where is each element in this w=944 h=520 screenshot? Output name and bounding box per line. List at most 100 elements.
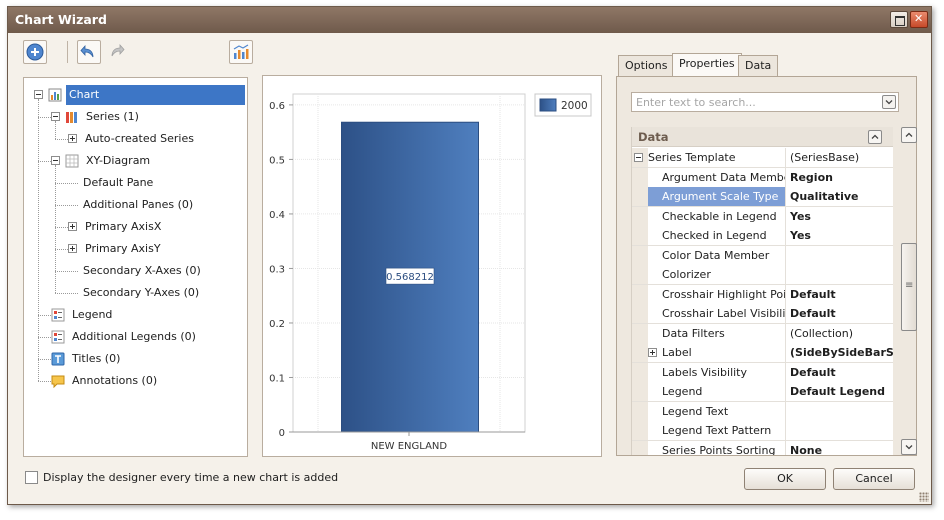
chart-svg: 0 0.1 0.2 0.3 0.4 0.5 0.6 0.568212 NEW ENGLAND 20… xyxy=(269,93,592,452)
tree-item-label: Annotations (0) xyxy=(72,374,158,387)
property-value[interactable]: Qualitative xyxy=(785,187,893,206)
legend-swatch xyxy=(539,98,557,112)
add-icon xyxy=(26,43,44,61)
tab-properties[interactable]: Properties xyxy=(672,53,742,77)
collapse-icon[interactable] xyxy=(34,90,43,99)
collapse-icon[interactable] xyxy=(51,112,60,121)
chart-preview: 0 0.1 0.2 0.3 0.4 0.5 0.6 0.568212 NEW ENGLAND 20… xyxy=(262,75,602,457)
property-value[interactable]: Default xyxy=(785,362,893,382)
property-value[interactable]: Default xyxy=(785,304,893,323)
tree-item-label: Primary AxisX xyxy=(85,220,162,233)
row-gutter xyxy=(632,343,648,362)
tree-connector-line xyxy=(38,117,51,118)
property-row-argument-data-member[interactable]: Argument Data Member Region xyxy=(632,167,893,188)
property-row-legend-text[interactable]: Legend Text xyxy=(632,401,893,422)
y-tick-label: 0 xyxy=(279,428,285,439)
undo-button[interactable] xyxy=(77,40,101,64)
search-input[interactable]: Enter text to search... xyxy=(631,92,899,112)
title-bar[interactable]: Chart Wizard xyxy=(8,7,931,33)
collapse-icon[interactable] xyxy=(51,156,60,165)
maximize-button[interactable] xyxy=(890,11,908,28)
property-row-argument-scale-type[interactable]: Argument Scale Type Qualitative xyxy=(632,187,893,207)
tree-connector-line xyxy=(55,183,78,184)
series-icon xyxy=(66,112,77,123)
property-row-data-filters[interactable]: Data Filters (Collection) xyxy=(632,323,893,344)
expand-icon[interactable] xyxy=(648,348,657,357)
property-value[interactable] xyxy=(785,401,893,421)
category-row-data[interactable]: Data xyxy=(632,127,893,147)
property-value[interactable]: Yes xyxy=(785,226,893,245)
property-name: Argument Scale Type xyxy=(662,190,779,203)
property-row-series-points-sorting[interactable]: Series Points Sorting None xyxy=(632,440,893,455)
collapse-icon[interactable] xyxy=(634,153,643,162)
add-element-button[interactable] xyxy=(23,40,47,64)
tree-item-label: Primary AxisY xyxy=(85,242,161,255)
expand-icon[interactable] xyxy=(68,244,77,253)
property-row-legend-text-pattern[interactable]: Legend Text Pattern xyxy=(632,421,893,441)
expand-icon[interactable] xyxy=(68,134,77,143)
toolbar xyxy=(23,39,253,67)
title-icon xyxy=(51,352,65,366)
property-row-checkable-in-legend[interactable]: Checkable in Legend Yes xyxy=(632,206,893,227)
chart-type-icon xyxy=(233,44,249,59)
property-row-crosshair-highlight-points[interactable]: Crosshair Highlight PointsDefault xyxy=(632,284,893,305)
scroll-up-button[interactable] xyxy=(901,127,917,143)
row-gutter xyxy=(632,265,648,284)
y-tick-label: 0.6 xyxy=(269,101,285,112)
property-row-crosshair-label-visibility[interactable]: Crosshair Label Visibility Default xyxy=(632,304,893,324)
property-grid-scrollbar[interactable] xyxy=(901,127,917,455)
property-row-series-template[interactable]: Series Template (SeriesBase) xyxy=(632,148,893,168)
collapse-category-button[interactable] xyxy=(868,130,882,144)
tab-options[interactable]: Options xyxy=(618,55,675,76)
ok-button[interactable]: OK xyxy=(744,468,826,490)
resize-grip[interactable] xyxy=(919,492,929,502)
y-tick-label: 0.1 xyxy=(269,373,285,384)
close-button[interactable] xyxy=(910,11,928,28)
display-designer-label: Display the designer every time a new ch… xyxy=(43,471,339,484)
property-row-color-data-member[interactable]: Color Data Member xyxy=(632,245,893,266)
row-gutter xyxy=(632,401,648,421)
annotation-icon xyxy=(51,375,65,388)
property-value[interactable] xyxy=(785,421,893,440)
property-row-checked-in-legend[interactable]: Checked in Legend Yes xyxy=(632,226,893,246)
property-value[interactable]: Region xyxy=(785,167,893,187)
property-grid[interactable]: Data Series Template (SeriesBase) Argument… xyxy=(631,127,893,455)
scroll-thumb[interactable] xyxy=(901,243,917,331)
cancel-button[interactable]: Cancel xyxy=(833,468,915,490)
property-value[interactable]: Yes xyxy=(785,206,893,226)
property-name: Checked in Legend xyxy=(662,229,767,242)
tab-data[interactable]: Data xyxy=(738,55,779,76)
tree-item-label: XY-Diagram xyxy=(86,154,151,167)
property-name: Colorizer xyxy=(662,268,711,281)
row-gutter xyxy=(632,284,648,304)
property-value[interactable]: None xyxy=(785,440,893,455)
property-value[interactable]: (SideBySideBarS... xyxy=(785,343,893,362)
property-value[interactable]: (SeriesBase) xyxy=(785,148,893,167)
property-row-labels-visibility[interactable]: Labels Visibility Default xyxy=(632,362,893,383)
tree-connector-line xyxy=(38,99,39,381)
property-value[interactable]: Default xyxy=(785,284,893,304)
property-value[interactable] xyxy=(785,245,893,265)
redo-button[interactable] xyxy=(105,40,129,64)
scroll-down-button[interactable] xyxy=(901,439,917,455)
property-row-label[interactable]: Label (SideBySideBarS... xyxy=(632,343,893,363)
search-dropdown-button[interactable] xyxy=(882,95,896,109)
diagram-icon xyxy=(65,154,79,168)
undo-icon xyxy=(80,44,94,58)
chart-elements-tree[interactable]: Chart Series (1) Auto-created Series XY-Dia… xyxy=(23,77,248,457)
expand-icon[interactable] xyxy=(68,222,77,231)
property-row-colorizer[interactable]: Colorizer xyxy=(632,265,893,285)
property-value[interactable]: (Collection) xyxy=(785,323,893,343)
display-designer-checkbox[interactable] xyxy=(25,471,38,484)
chart-type-button[interactable] xyxy=(229,40,253,64)
tree-item-label: Additional Panes (0) xyxy=(83,198,194,211)
property-row-legend[interactable]: Legend Default Legend xyxy=(632,382,893,402)
legend-icon xyxy=(51,308,65,322)
row-gutter xyxy=(632,362,648,382)
tree-connector-line xyxy=(55,293,78,294)
property-name: Crosshair Highlight Points xyxy=(662,287,786,301)
row-gutter xyxy=(632,187,648,206)
property-value[interactable]: Default Legend xyxy=(785,382,893,401)
property-value[interactable] xyxy=(785,265,893,284)
tree-connector-line xyxy=(55,227,68,228)
